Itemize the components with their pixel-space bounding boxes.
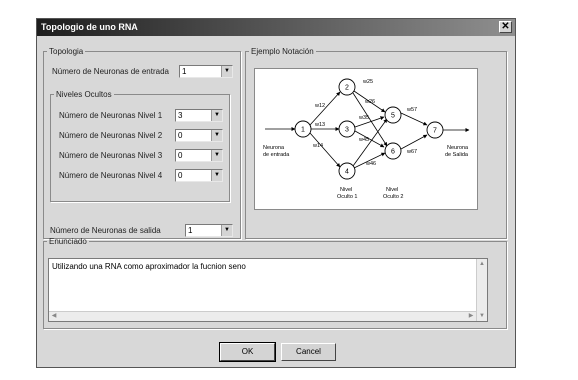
edge-w67: [400, 134, 428, 150]
network-diagram-svg: 1 2 3 4 5 6 7 w12 w13 w14 w25 w26 w35 w4…: [263, 78, 470, 200]
enunciado-text: Utilizando una RNA como aproximador la f…: [52, 262, 246, 271]
salida-caption-2: de Salida: [445, 152, 469, 158]
salida-combo[interactable]: 1 ▼: [185, 224, 233, 237]
topologia-group: Topologia Número de Neuronas de entrada …: [43, 47, 241, 239]
weight-w45: w45: [358, 137, 369, 143]
edge-w14: [309, 132, 341, 168]
dropdown-arrow-icon[interactable]: ▼: [221, 66, 232, 77]
dropdown-arrow-icon[interactable]: ▼: [211, 130, 222, 141]
nivel-2-label: Número de Neuronas Nivel 2: [59, 131, 163, 140]
ejemplo-group: Ejemplo Notación 1 2 3 4 5 6 7 w12 w13 w…: [245, 47, 507, 239]
nivel-3-combo[interactable]: 0 ▼: [175, 149, 223, 162]
entrada-caption-2: de entrada: [263, 152, 290, 158]
topologia-legend: Topologia: [49, 47, 84, 56]
niveles-group: Niveles Ocultos Número de Neuronas Nivel…: [50, 90, 230, 202]
close-icon[interactable]: ✕: [499, 21, 512, 33]
network-diagram: 1 2 3 4 5 6 7 w12 w13 w14 w25 w26 w35 w4…: [254, 68, 478, 210]
weight-w14: w14: [312, 143, 323, 149]
entrada-label: Número de Neuronas de entrada: [52, 67, 169, 76]
title-bar: Topologio de uno RNA ✕: [37, 19, 515, 36]
nivel-2-combo[interactable]: 0 ▼: [175, 129, 223, 142]
nivel-3-value: 0: [178, 151, 183, 160]
salida-value: 1: [188, 226, 193, 235]
node-4-label: 4: [345, 169, 349, 176]
nivel1-caption-2: Oculto 1: [337, 194, 357, 200]
nivel-1-label: Número de Neuronas Nivel 1: [59, 111, 163, 120]
weight-w35: w35: [358, 115, 369, 121]
ok-button[interactable]: OK: [219, 342, 276, 362]
dropdown-arrow-icon[interactable]: ▼: [211, 150, 222, 161]
cancel-button[interactable]: Cancel: [281, 343, 336, 361]
nivel1-caption-1: Nivel: [340, 187, 352, 193]
enunciado-textarea[interactable]: Utilizando una RNA como aproximador la f…: [48, 258, 488, 322]
section-labels: Neurona de entrada Nivel Oculto 1 Nivel …: [263, 145, 469, 200]
dialog-window: Topologio de uno RNA ✕ Topologia Número …: [36, 18, 516, 368]
entrada-value: 1: [182, 67, 187, 76]
window-title: Topologio de uno RNA: [41, 22, 138, 32]
edge-w57: [400, 112, 428, 126]
nivel-4-combo[interactable]: 0 ▼: [175, 169, 223, 182]
weight-w67: w67: [406, 149, 417, 155]
weight-w12: w12: [314, 103, 325, 109]
weight-w26: w26: [364, 99, 375, 105]
scroll-up-icon[interactable]: ▲: [477, 259, 487, 269]
nivel-3-label: Número de Neuronas Nivel 3: [59, 151, 163, 160]
dropdown-arrow-icon[interactable]: ▼: [211, 110, 222, 121]
weight-w25: w25: [362, 79, 373, 85]
weight-w57: w57: [406, 107, 417, 113]
scroll-down-icon[interactable]: ▼: [477, 311, 487, 321]
salida-label: Número de Neuronas de salida: [50, 226, 161, 235]
salida-caption-1: Neurona: [447, 145, 469, 151]
nivel-4-value: 0: [178, 171, 183, 180]
nivel-2-value: 0: [178, 131, 183, 140]
weight-w13: w13: [314, 122, 325, 128]
node-2-label: 2: [345, 85, 349, 92]
entrada-caption-1: Neurona: [263, 145, 285, 151]
entrada-combo[interactable]: 1 ▼: [179, 65, 233, 78]
weight-w46: w46: [365, 161, 376, 167]
nivel-1-combo[interactable]: 3 ▼: [175, 109, 223, 122]
node-5-label: 5: [391, 113, 395, 120]
niveles-legend: Niveles Ocultos: [56, 90, 112, 99]
nivel2-caption-1: Nivel: [386, 187, 398, 193]
node-3-label: 3: [345, 127, 349, 134]
nivel-4-label: Número de Neuronas Nivel 4: [59, 171, 163, 180]
node-1-label: 1: [301, 127, 305, 134]
nivel2-caption-2: Oculto 2: [383, 194, 403, 200]
nivel-1-value: 3: [178, 111, 183, 120]
node-6-label: 6: [391, 149, 395, 156]
horizontal-scrollbar[interactable]: ◀ ▶: [49, 311, 476, 321]
ejemplo-legend: Ejemplo Notación: [251, 47, 314, 56]
dropdown-arrow-icon[interactable]: ▼: [221, 225, 232, 236]
node-7-label: 7: [433, 128, 437, 135]
enunciado-group: Enunciado Utilizando una RNA como aproxi…: [43, 237, 507, 329]
vertical-scrollbar[interactable]: ▲ ▼: [476, 259, 487, 321]
scroll-right-icon[interactable]: ▶: [466, 312, 476, 321]
scroll-left-icon[interactable]: ◀: [49, 312, 59, 321]
dropdown-arrow-icon[interactable]: ▼: [211, 170, 222, 181]
weight-labels: w12 w13 w14 w25 w26 w35 w45 w46 w57 w67: [312, 79, 417, 167]
enunciado-legend: Enunciado: [49, 237, 87, 246]
